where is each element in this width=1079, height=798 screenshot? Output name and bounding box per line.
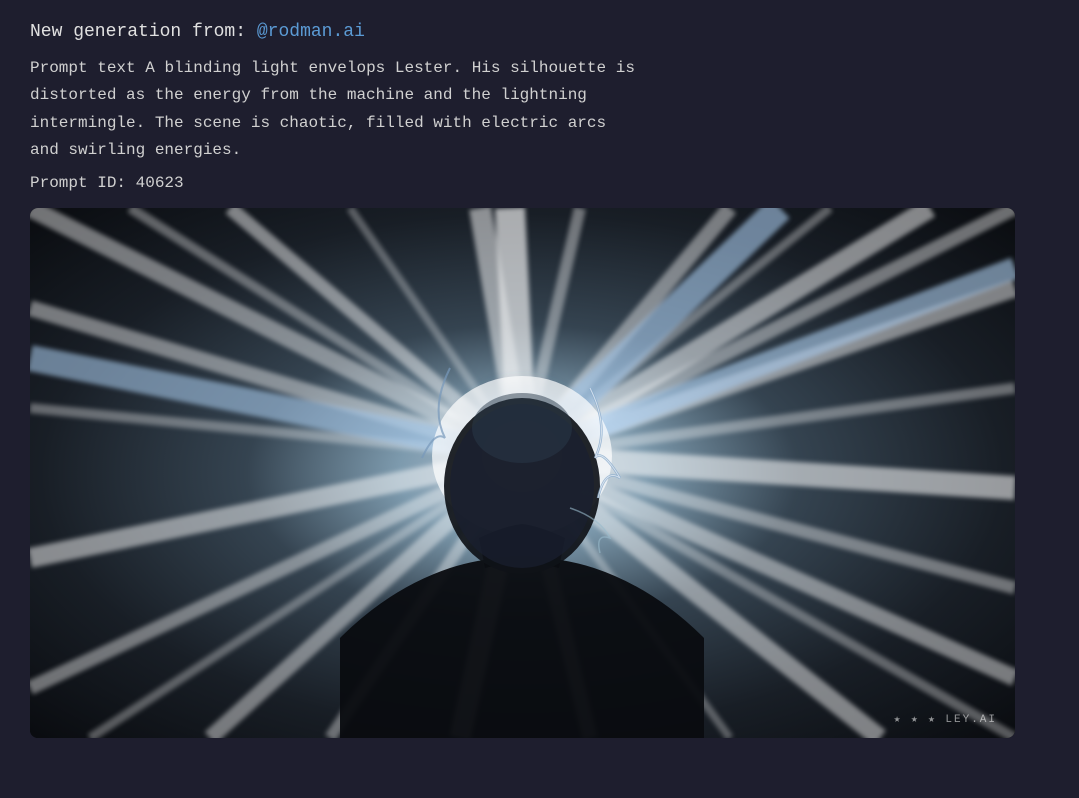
generated-image bbox=[30, 208, 1015, 738]
watermark: ★ ★ ★ LEY.AI bbox=[894, 712, 997, 726]
prompt-id-label: Prompt ID: bbox=[30, 174, 126, 192]
generated-image-container: ★ ★ ★ LEY.AI bbox=[30, 208, 1015, 738]
header-line: New generation from: @rodman.ai bbox=[30, 20, 1049, 45]
card: New generation from: @rodman.ai Prompt t… bbox=[0, 0, 1079, 798]
scene-svg bbox=[30, 208, 1015, 738]
prompt-label: Prompt text bbox=[30, 59, 136, 77]
new-generation-label: New generation from: bbox=[30, 22, 246, 42]
mention-handle[interactable]: @rodman.ai bbox=[257, 22, 365, 42]
prompt-id-value: 40623 bbox=[136, 174, 184, 192]
prompt-text-block: Prompt text A blinding light envelops Le… bbox=[30, 55, 1049, 164]
prompt-id-line: Prompt ID: 40623 bbox=[30, 174, 1049, 192]
